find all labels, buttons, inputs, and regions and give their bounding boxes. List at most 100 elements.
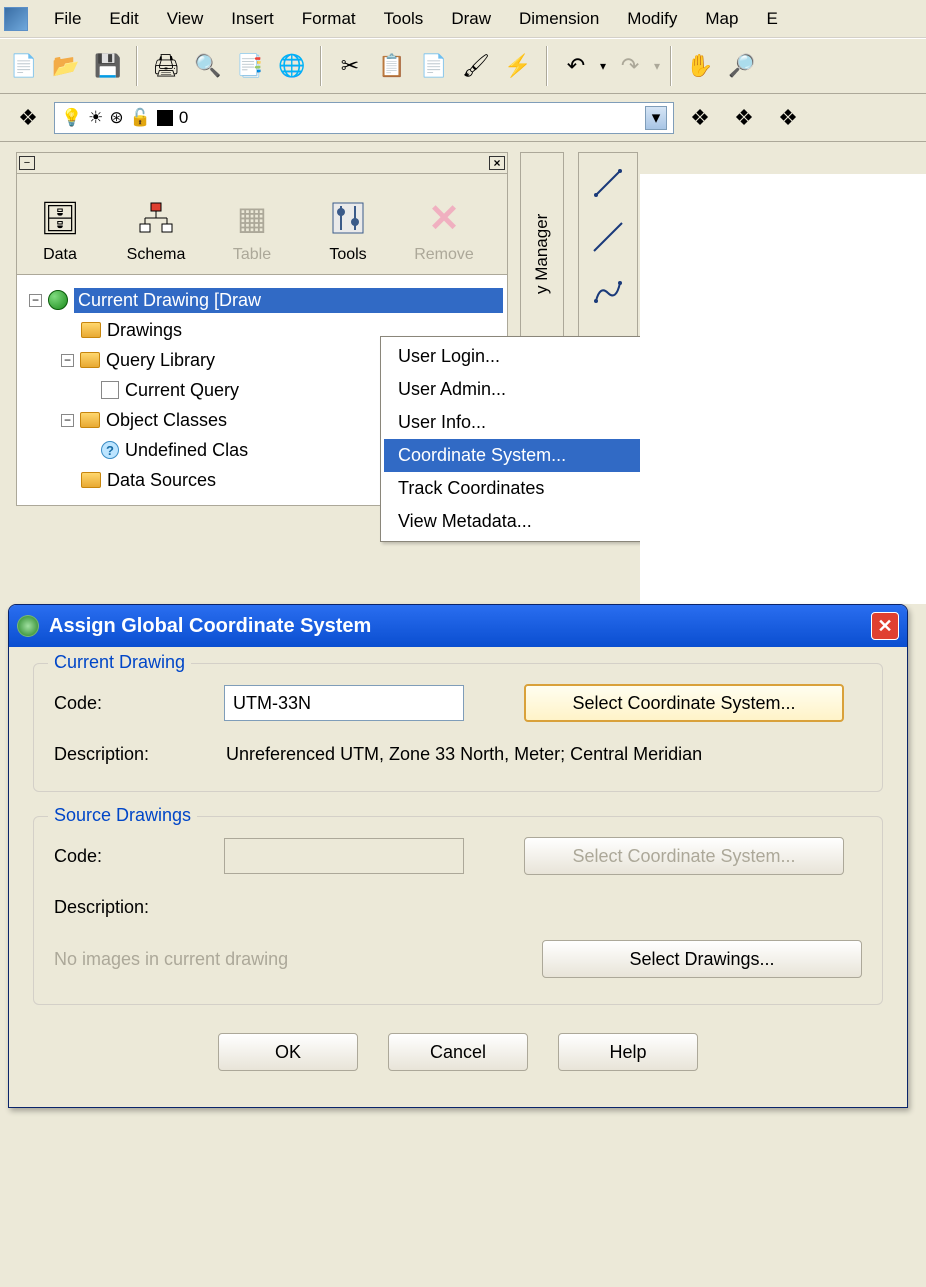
menu-user-admin[interactable]: User Admin... xyxy=(384,373,678,406)
menu-insert[interactable]: Insert xyxy=(217,5,288,33)
code-label: Code: xyxy=(54,846,204,867)
bulb-on-icon: 💡 xyxy=(61,108,82,128)
menu-user-login[interactable]: User Login... xyxy=(384,340,678,373)
tree-item-label: Drawings xyxy=(107,320,182,341)
menu-user-info[interactable]: User Info... xyxy=(384,406,678,439)
panel-toolbar: 🗄 Data Schema ▦ Table Tools ✕ xyxy=(16,174,508,275)
table-button: ▦ Table xyxy=(215,196,289,264)
paste-icon[interactable]: 📄 xyxy=(416,48,452,84)
separator xyxy=(670,46,672,86)
menu-coordinate-system[interactable]: Coordinate System... xyxy=(384,439,678,472)
zoom-icon[interactable]: 🔎 xyxy=(724,48,760,84)
menu-view-metadata[interactable]: View Metadata... xyxy=(384,505,678,538)
code-input[interactable] xyxy=(224,685,464,721)
source-code-input xyxy=(224,838,464,874)
publish-icon[interactable]: 🌐 xyxy=(274,48,310,84)
dialog-button-row: OK Cancel Help xyxy=(33,1029,883,1083)
select-coordinate-system-button[interactable]: Select Coordinate System... xyxy=(524,684,844,722)
tree-item-label: Current Query xyxy=(125,380,239,401)
schema-icon xyxy=(134,196,178,240)
dialog-icon xyxy=(17,615,39,637)
document-icon xyxy=(101,381,119,399)
select-coordinate-system-button-disabled: Select Coordinate System... xyxy=(524,837,844,875)
context-menu: User Login... User Admin... User Info...… xyxy=(380,336,682,542)
xline-icon[interactable] xyxy=(588,217,628,257)
cut-icon[interactable]: ✂ xyxy=(332,48,368,84)
print-icon[interactable]: 🖨 xyxy=(148,48,184,84)
menu-draw[interactable]: Draw xyxy=(437,5,505,33)
layers-icon[interactable]: ❖ xyxy=(10,100,46,136)
undo-dropdown-icon[interactable]: ▾ xyxy=(600,59,606,73)
pan-icon[interactable]: ✋ xyxy=(682,48,718,84)
separator xyxy=(136,46,138,86)
panel-header: − × xyxy=(16,152,508,174)
redo-icon[interactable]: ↷ xyxy=(612,48,648,84)
help-button[interactable]: Help xyxy=(558,1033,698,1071)
menu-track-coordinates[interactable]: Track Coordinates xyxy=(384,472,678,505)
database-icon: 🗄 xyxy=(38,196,82,240)
drawing-canvas[interactable] xyxy=(640,174,926,604)
layer-states-icon[interactable]: ❖ xyxy=(726,100,762,136)
line-icon[interactable] xyxy=(588,163,628,203)
no-images-note: No images in current drawing xyxy=(54,949,522,970)
select-drawings-button[interactable]: Select Drawings... xyxy=(542,940,862,978)
remove-label: Remove xyxy=(414,246,474,264)
menu-dimension[interactable]: Dimension xyxy=(505,5,613,33)
current-drawing-group: Current Drawing Code: Select Coordinate … xyxy=(33,663,883,792)
copy-icon[interactable]: 📋 xyxy=(374,48,410,84)
close-icon[interactable]: ✕ xyxy=(871,612,899,640)
new-icon[interactable]: 📄 xyxy=(6,48,42,84)
menu-modify[interactable]: Modify xyxy=(613,5,691,33)
table-icon: ▦ xyxy=(230,196,274,240)
chevron-down-icon[interactable]: ▾ xyxy=(645,106,667,130)
plot-icon[interactable]: 📑 xyxy=(232,48,268,84)
schema-button[interactable]: Schema xyxy=(119,196,193,264)
folder-icon xyxy=(81,472,101,488)
table-label: Table xyxy=(233,246,271,264)
close-icon[interactable]: × xyxy=(489,156,505,170)
menu-format[interactable]: Format xyxy=(288,5,370,33)
menu-view[interactable]: View xyxy=(153,5,218,33)
open-icon[interactable]: 📂 xyxy=(48,48,84,84)
save-icon[interactable]: 💾 xyxy=(90,48,126,84)
collapse-icon[interactable]: − xyxy=(61,414,74,427)
menu-extra[interactable]: E xyxy=(752,5,791,33)
undo-icon[interactable]: ↶ xyxy=(558,48,594,84)
dialog-body: Current Drawing Code: Select Coordinate … xyxy=(9,647,907,1107)
polyline-icon[interactable] xyxy=(588,271,628,311)
minimize-icon[interactable]: − xyxy=(19,156,35,170)
remove-x-icon: ✕ xyxy=(422,196,466,240)
collapse-icon[interactable]: − xyxy=(29,294,42,307)
help-icon: ? xyxy=(101,441,119,459)
preview-icon[interactable]: 🔍 xyxy=(190,48,226,84)
collapse-icon[interactable]: − xyxy=(61,354,74,367)
data-button[interactable]: 🗄 Data xyxy=(23,196,97,264)
ok-button[interactable]: OK xyxy=(218,1033,358,1071)
tools-button[interactable]: Tools xyxy=(311,196,385,264)
description-label: Description: xyxy=(54,897,204,918)
dialog-titlebar: Assign Global Coordinate System ✕ xyxy=(9,605,907,647)
menu-edit[interactable]: Edit xyxy=(95,5,152,33)
code-label: Code: xyxy=(54,693,204,714)
sun-icon: ☀ xyxy=(88,108,103,128)
group-legend: Source Drawings xyxy=(48,805,197,826)
cancel-button[interactable]: Cancel xyxy=(388,1033,528,1071)
menu-map[interactable]: Map xyxy=(691,5,752,33)
standard-toolbar: 📄 📂 💾 🖨 🔍 📑 🌐 ✂ 📋 📄 🖌 ⚡ ↶ ▾ ↷ ▾ ✋ 🔎 xyxy=(0,38,926,94)
display-manager-tab[interactable]: y Manager xyxy=(520,152,564,362)
layer-combo[interactable]: 💡 ☀ ⊛ 🔓 0 ▾ xyxy=(54,102,674,134)
layer-manager-icon[interactable]: ❖ xyxy=(770,100,806,136)
apply-icon[interactable]: ⚡ xyxy=(500,48,536,84)
menu-file[interactable]: File xyxy=(40,5,95,33)
layer-prev-icon[interactable]: ❖ xyxy=(682,100,718,136)
menu-tools[interactable]: Tools xyxy=(370,5,438,33)
tree-root-row[interactable]: − Current Drawing [Draw xyxy=(21,285,503,315)
source-drawings-group: Source Drawings Code: Select Coordinate … xyxy=(33,816,883,1005)
menubar: File Edit View Insert Format Tools Draw … xyxy=(0,0,926,38)
layer-name: 0 xyxy=(179,108,188,128)
match-icon[interactable]: 🖌 xyxy=(458,48,494,84)
group-legend: Current Drawing xyxy=(48,652,191,673)
description-value: Unreferenced UTM, Zone 33 North, Meter; … xyxy=(226,744,702,765)
redo-dropdown-icon[interactable]: ▾ xyxy=(654,59,660,73)
schema-label: Schema xyxy=(127,246,186,264)
